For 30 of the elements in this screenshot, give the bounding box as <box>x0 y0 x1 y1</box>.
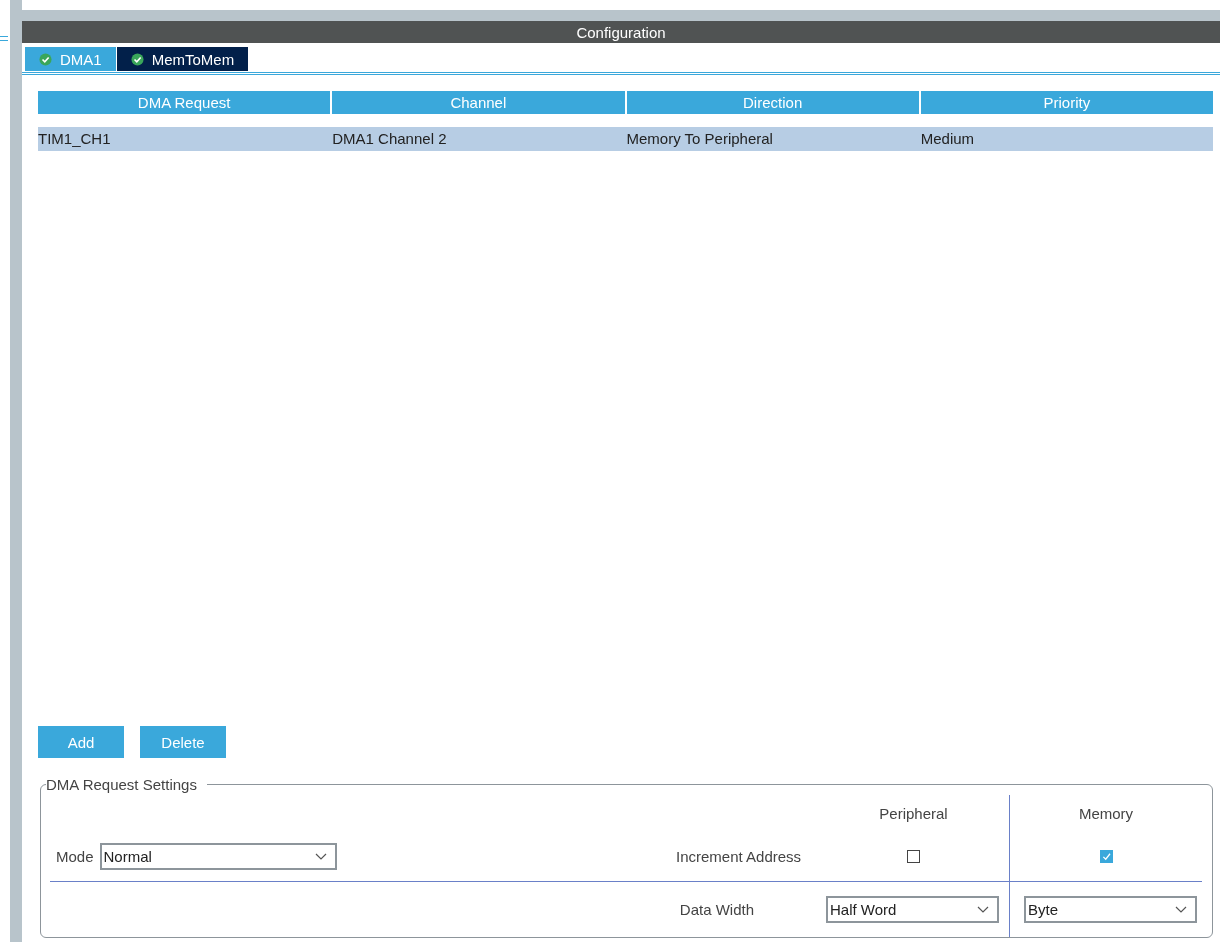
field-label: Increment Address <box>676 847 802 865</box>
field-label: Mode <box>56 847 94 865</box>
caret-icon <box>977 906 989 913</box>
column-header[interactable]: Channel <box>332 91 625 114</box>
dropdown[interactable]: Half Word <box>826 896 999 923</box>
dropdown[interactable]: Byte <box>1024 896 1197 923</box>
checkbox[interactable] <box>1099 849 1113 863</box>
table-cell-text: Memory To Peripheral <box>626 129 774 149</box>
check-circle-icon <box>39 52 52 66</box>
table-cell-text: DMA1 Channel 2 <box>332 129 448 149</box>
table-cell-text: TIM1_CH1 <box>38 129 112 149</box>
group-title: DMA Request Settings <box>46 776 198 793</box>
caret-icon <box>1175 906 1187 913</box>
checkbox[interactable] <box>907 849 920 863</box>
action-button[interactable]: Add <box>38 726 124 758</box>
table-cell-text: Medium <box>920 129 976 149</box>
column-header[interactable]: Direction <box>626 91 919 114</box>
check-circle-icon <box>130 52 144 66</box>
tab[interactable]: DMA1 <box>25 47 117 71</box>
field-label: Data Width <box>679 901 754 918</box>
column-header[interactable]: Priority <box>920 91 1213 114</box>
action-button[interactable]: Delete <box>140 726 226 758</box>
column-label: Memory <box>1078 804 1134 822</box>
panel-title: Configuration <box>22 21 1220 43</box>
caret-icon <box>314 852 327 860</box>
dropdown[interactable]: Normal <box>99 842 337 870</box>
tab[interactable]: MemToMem <box>116 47 250 71</box>
column-header[interactable]: DMA Request <box>38 91 331 114</box>
table-row[interactable]: TIM1_CH1 DMA1 Channel 2 Memory To Peripheral Medium <box>38 127 1213 151</box>
column-label: Peripheral <box>879 804 948 822</box>
